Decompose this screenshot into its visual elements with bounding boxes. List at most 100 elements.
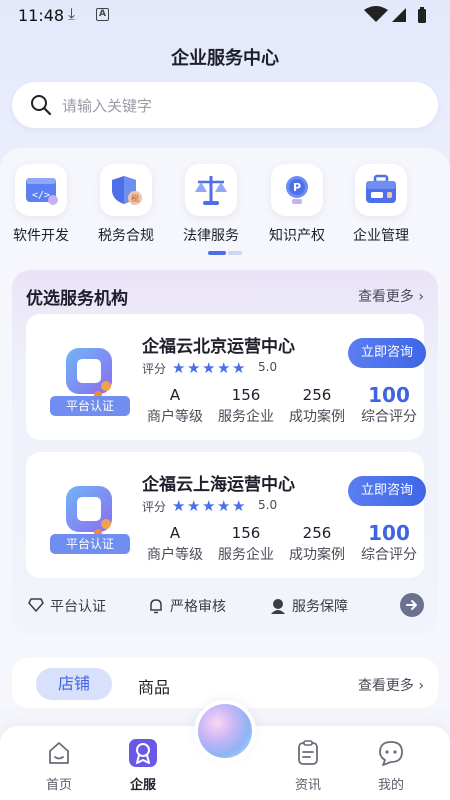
svg-text:税: 税: [131, 193, 139, 203]
stat-label: 服务企业: [218, 547, 274, 563]
stat-cases: 256 成功案例: [282, 384, 352, 426]
wifi-signal-battery-icon: [364, 6, 426, 23]
stat-level: A 商户等级: [140, 522, 210, 564]
briefcase-icon: [355, 164, 407, 216]
stat-cases: 256 成功案例: [282, 522, 352, 564]
institution-card[interactable]: 平台认证 企福云北京运营中心 评分 ★ ★ ★ ★ ★ 5.0 立即咨询 A 商户等级 …: [26, 314, 426, 440]
category-tax[interactable]: 税 税务合规: [91, 164, 161, 245]
main-content: </> 软件开发 税 税务合规 法律服务 P 知识产权 企业管理 优选服务机构 …: [0, 148, 450, 708]
stat-label: 综合评分: [361, 409, 417, 425]
view-more-link[interactable]: 查看更多 ›: [358, 286, 424, 306]
svg-text:P: P: [293, 181, 301, 194]
category-label: 知识产权: [269, 228, 325, 244]
star-icon: ★: [217, 359, 231, 377]
arrow-right-icon: [406, 600, 417, 610]
category-label: 企业管理: [353, 228, 409, 244]
category-software[interactable]: </> 软件开发: [6, 164, 76, 245]
category-label: 法律服务: [183, 228, 239, 244]
stat-value: 100: [368, 521, 410, 545]
star-icon: ★: [172, 359, 186, 377]
stat-score: 100 综合评分: [354, 522, 424, 564]
tab-shops[interactable]: 店铺: [36, 668, 112, 700]
nav-label: 资讯: [294, 778, 321, 793]
consult-button[interactable]: 立即咨询: [348, 476, 426, 506]
download-icon: ⤓: [68, 4, 76, 23]
category-label: 软件开发: [13, 228, 69, 244]
orb-icon: [198, 704, 252, 758]
nav-label: 首页: [45, 778, 72, 793]
star-icon: ★: [187, 359, 201, 377]
rating-value: 5.0: [258, 498, 278, 512]
star-icon: ★: [232, 497, 246, 515]
svg-text:</>: </>: [32, 190, 50, 201]
category-ip[interactable]: P 知识产权: [262, 164, 332, 245]
stat-label: 商户等级: [147, 547, 203, 563]
stat-score: 100 综合评分: [354, 384, 424, 426]
profile-chat-icon: [376, 738, 406, 768]
nav-home[interactable]: 首页: [31, 738, 87, 793]
nav-label: 企服: [129, 778, 156, 793]
scales-icon: [185, 164, 237, 216]
rating-label: 评分: [142, 500, 167, 514]
stat-value: A: [169, 524, 181, 542]
star-icon: ★: [232, 359, 246, 377]
stat-value: 256: [302, 524, 332, 542]
nav-enterprise[interactable]: 企服: [115, 738, 171, 793]
nav-news[interactable]: 资讯: [280, 738, 336, 793]
guarantee-label: 服务保障: [292, 599, 348, 615]
code-window-icon: </>: [15, 164, 67, 216]
stat-value: 100: [368, 383, 410, 407]
chevron-right-icon: ›: [418, 678, 424, 694]
star-icon: ★: [202, 359, 216, 377]
stat-label: 成功案例: [289, 547, 345, 563]
stat-served: 156 服务企业: [211, 522, 281, 564]
institution-logo: 平台认证: [50, 346, 130, 424]
stat-value: 256: [302, 386, 332, 404]
search-icon: [31, 95, 52, 116]
platform-certified-badge: 平台认证: [50, 396, 130, 416]
status-time: 11:48: [18, 6, 65, 25]
category-management[interactable]: 企业管理: [346, 164, 416, 245]
stat-label: 商户等级: [147, 409, 203, 425]
guarantee-label: 平台认证: [50, 599, 106, 615]
star-rating: ★ ★ ★ ★ ★: [172, 358, 247, 377]
page-title: 企业服务中心: [171, 48, 279, 69]
view-more-label: 查看更多: [357, 289, 414, 305]
institution-logo: 平台认证: [50, 484, 130, 562]
view-more-link[interactable]: 查看更多 ›: [358, 675, 424, 695]
star-icon: ★: [187, 497, 201, 515]
diamond-icon: [28, 598, 44, 612]
status-bar: 11:48 ⤓ A: [0, 0, 450, 30]
status-icons: [362, 6, 432, 24]
guarantee-row: 平台认证 严格审核 服务保障: [12, 592, 438, 618]
arrow-right-button[interactable]: [400, 593, 424, 617]
consult-button[interactable]: 立即咨询: [348, 338, 426, 368]
view-more-label: 查看更多: [357, 678, 414, 694]
shield-tax-icon: 税: [100, 164, 152, 216]
ai-assistant-orb-button[interactable]: [194, 700, 256, 762]
home-icon: [44, 738, 74, 768]
nav-mine[interactable]: 我的: [363, 738, 419, 793]
stat-label: 成功案例: [289, 409, 345, 425]
stat-label: 服务企业: [218, 409, 274, 425]
category-grid: </> 软件开发 税 税务合规 法律服务 P 知识产权 企业管理: [0, 164, 450, 260]
chevron-right-icon: ›: [418, 289, 424, 305]
stat-value: 156: [231, 524, 261, 542]
institution-card[interactable]: 平台认证 企福云上海运营中心 评分 ★ ★ ★ ★ ★ 5.0 立即咨询 A 商户等级 …: [26, 452, 426, 578]
featured-institutions: 优选服务机构 查看更多 › 平台认证 企福云北京运营中心 评分 ★ ★ ★ ★ ★ 5.…: [12, 270, 438, 634]
stat-served: 156 服务企业: [211, 384, 281, 426]
category-legal[interactable]: 法律服务: [176, 164, 246, 245]
star-icon: ★: [202, 497, 216, 515]
bell-icon: [150, 599, 162, 614]
search-input[interactable]: 请输入关键字: [12, 82, 438, 128]
section-title: 优选服务机构: [26, 289, 128, 309]
stat-value: A: [169, 386, 181, 404]
star-icon: ★: [172, 497, 186, 515]
scroll-indicator: [208, 251, 242, 255]
institution-name: 企福云上海运营中心: [142, 475, 295, 495]
category-label: 税务合规: [98, 228, 154, 244]
person-icon: [271, 599, 285, 614]
search-placeholder: 请输入关键字: [62, 97, 153, 115]
institution-name: 企福云北京运营中心: [142, 337, 295, 357]
tab-goods[interactable]: 商品: [138, 674, 170, 698]
